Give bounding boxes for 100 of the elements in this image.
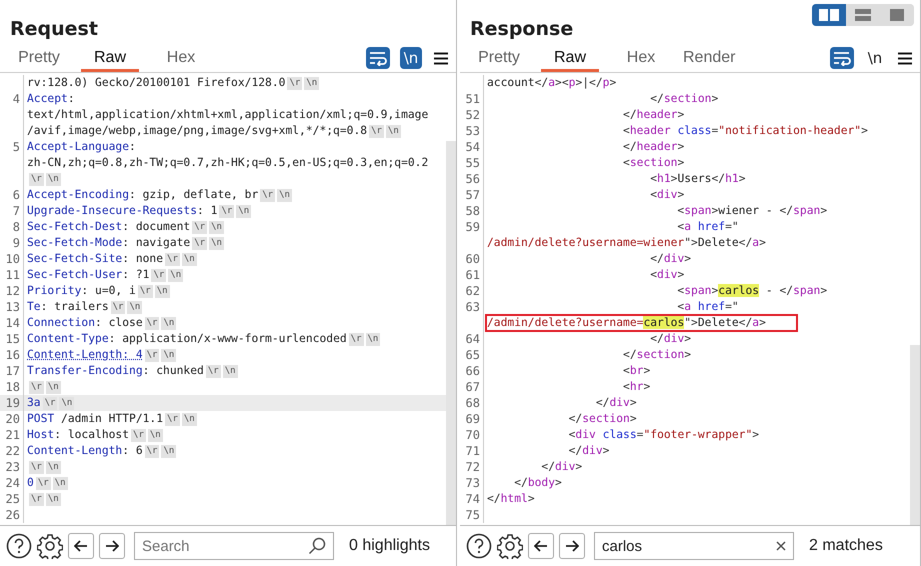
code-text: Sec-Fetch-User: ?1 [27,268,150,282]
line-break-mark: \r [131,428,146,442]
line-break-mark: \r [151,268,166,282]
newline-toggle-button[interactable]: \n [864,47,886,69]
view-tab[interactable]: Raw [541,44,599,72]
back-button[interactable] [68,533,94,559]
line-number: 6 [12,188,20,202]
clear-icon[interactable] [776,541,786,551]
back-button[interactable] [528,533,554,559]
search-field[interactable]: Search [134,532,334,560]
line-number: 74 [464,492,480,506]
line-number: 61 [464,268,480,282]
settings-icon[interactable] [497,533,523,559]
line-break-mark: \n [46,380,61,394]
line-break-mark: \n [209,236,224,250]
line-number: 53 [464,124,480,138]
line-number: 75 [464,508,480,522]
view-tab[interactable]: Hex [157,44,205,72]
line-number: 15 [4,332,20,346]
newline-toggle-button[interactable]: \n [400,47,422,69]
line-number: 14 [4,316,20,330]
line-number: 24 [4,476,20,490]
code-text: Priority: u=0, i [27,284,136,298]
search-field[interactable]: carlos [594,532,794,560]
wrap-icon [368,50,388,66]
scrollbar-thumb[interactable] [910,345,920,525]
code-text: <header class="notification-header"> [622,124,868,138]
line-number: 56 [464,172,480,186]
right-arrow-icon [105,540,119,552]
view-tab[interactable]: Raw [81,44,139,72]
line-number: 21 [4,428,20,442]
line-break-mark: \n [182,252,197,266]
code-text: <div> [649,188,684,202]
code-text: </html> [487,492,535,506]
line-number: 4 [12,92,20,106]
line-break-mark: \n [277,188,292,202]
view-tab[interactable]: Pretty [15,44,63,72]
view-tab[interactable]: Pretty [475,44,523,72]
scrollbar-thumb[interactable] [446,141,456,525]
line-break-mark: \r [348,332,364,346]
menu-icon[interactable] [898,52,912,64]
code-text: /avif,image/webp,image/png,image/svg+xml,*/*;q=0.8 [27,124,368,138]
forward-button[interactable] [99,533,125,559]
help-icon[interactable] [466,533,492,559]
code-text: </header> [622,108,684,122]
line-number: 7 [12,204,20,218]
line-break-mark: \r [138,284,153,298]
line-break-mark: \n [148,428,163,442]
line-number: 17 [4,364,20,378]
right-arrow-icon [565,540,579,552]
line-break-mark: \n [46,172,61,186]
code-text: /admin/delete?username=wiener">Delete</a> [487,236,766,250]
wrap-lines-button[interactable] [830,47,854,69]
forward-button[interactable] [559,533,585,559]
help-icon[interactable] [6,533,32,559]
code-text: </div> [540,460,582,474]
view-tab[interactable]: Hex [617,44,665,72]
search-icon[interactable] [308,537,326,555]
code-text: Accept-Encoding: gzip, deflate, br [27,188,258,202]
left-arrow-icon [74,540,88,552]
code-text: <a href=" [676,300,739,314]
code-text: </div> [649,332,692,346]
line-number: 58 [464,204,480,218]
line-number: 64 [464,332,480,346]
line-number: 52 [464,108,480,122]
code-text: Transfer-Encoding: chunked [27,364,204,378]
line-break-mark: \r [29,172,44,186]
view-tab[interactable]: Render [683,44,736,72]
line-number: 16 [4,348,20,362]
code-text: zh-CN,zh;q=0.8,zh-TW;q=0.7,zh-HK;q=0.5,en-US;q=0.3,en;q=0.2 [27,156,428,170]
line-break-mark: \n [154,284,170,298]
menu-icon[interactable] [434,52,448,64]
code-text: <h1>Users</h1> [649,172,746,186]
layout-button[interactable] [812,4,846,26]
code-text: </body> [513,476,562,490]
code-text: <span>wiener - </span> [676,204,828,218]
line-number: 54 [464,140,480,154]
line-break-mark: \r [219,204,234,218]
line-break-mark: \r [260,188,276,202]
line-break-mark: \r [192,236,208,250]
line-break-mark: \r [287,76,302,90]
settings-icon[interactable] [37,533,63,559]
code-text: Te: trailers [27,300,109,314]
line-number: 26 [4,508,20,522]
code-text: Connection: close [27,316,143,330]
line-break-mark: \r [144,348,160,362]
line-break-mark: \n [386,124,401,138]
code-text: Sec-Fetch-Mode: navigate [27,236,190,250]
line-break-mark: \r [36,476,51,490]
line-number: 19 [4,396,20,410]
wrap-lines-button[interactable] [366,47,390,69]
line-break-mark: \n [236,204,252,218]
match-count: 2 matches [809,537,883,555]
code-text: 3a [27,396,41,410]
line-break-mark: \r [29,460,44,474]
code-text: Content-Type: application/x-www-form-urlencoded [27,332,347,346]
line-break-mark: \n [161,316,176,330]
line-number: 72 [464,460,480,474]
line-number: 51 [464,92,480,106]
line-break-mark: \r [369,124,384,138]
